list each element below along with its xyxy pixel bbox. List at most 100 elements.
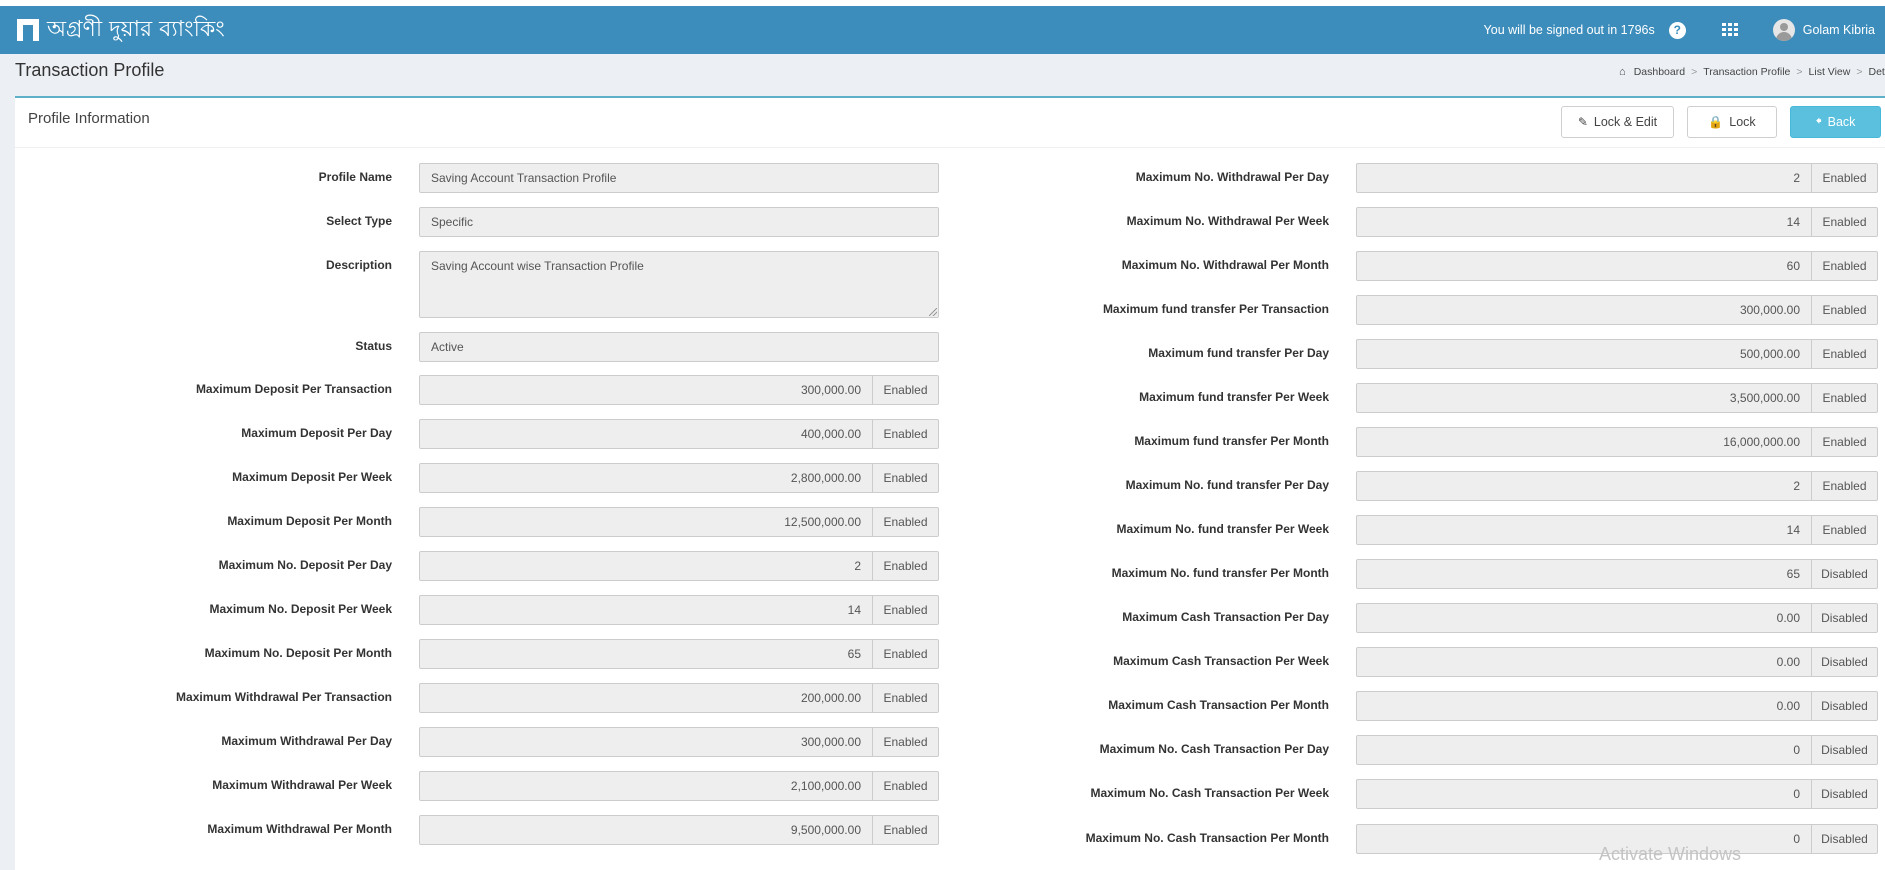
field-label: Maximum fund transfer Per Week: [1139, 390, 1329, 404]
field-input[interactable]: 14: [1356, 207, 1812, 237]
field-input[interactable]: 14: [1356, 515, 1812, 545]
field-label: Maximum Cash Transaction Per Day: [1122, 610, 1329, 624]
status-addon: Enabled: [1812, 427, 1878, 457]
field-input[interactable]: 3,500,000.00: [1356, 383, 1812, 413]
breadcrumb-transaction-profile[interactable]: Transaction Profile: [1703, 66, 1790, 78]
field-label: Maximum No. Withdrawal Per Month: [1121, 258, 1329, 272]
field-label: Maximum No. fund transfer Per Week: [1116, 522, 1330, 536]
field-input[interactable]: 500,000.00: [1356, 339, 1812, 369]
lock-label: Lock: [1729, 115, 1756, 129]
lock-button[interactable]: 🔒 Lock: [1687, 106, 1777, 138]
left-gutter: [0, 96, 15, 870]
field-value: 500,000.00: [1739, 347, 1800, 361]
page-title: Transaction Profile: [15, 60, 165, 80]
edit-icon: ✎: [1577, 115, 1588, 129]
form-row: Maximum fund transfer Per Transaction 300…: [15, 295, 1885, 325]
field-value: 0.00: [1776, 611, 1800, 625]
field-label: Maximum fund transfer Per Month: [1134, 434, 1329, 448]
field-input[interactable]: 60: [1356, 251, 1812, 281]
form-row: Maximum fund transfer Per Month 16,000,00…: [15, 427, 1885, 457]
field-input[interactable]: 0.00: [1356, 603, 1812, 633]
status-addon: Enabled: [1812, 163, 1878, 193]
field-value: 16,000,000.00: [1723, 435, 1800, 449]
field-input[interactable]: 0.00: [1356, 691, 1812, 721]
activate-windows-watermark: Activate Windows: [1599, 844, 1742, 864]
breadcrumb-separator: >: [1796, 66, 1803, 78]
field-input[interactable]: 0: [1356, 824, 1812, 854]
field-input[interactable]: 0.00: [1356, 647, 1812, 677]
status-addon: Disabled: [1812, 603, 1878, 633]
field-label: Maximum fund transfer Per Day: [1148, 346, 1329, 360]
form-row: Maximum Cash Transaction Per Day 0.00 Disa…: [15, 603, 1885, 633]
form-row: Maximum No. fund transfer Per Week 14 Enab…: [15, 515, 1885, 545]
form-row: Maximum No. Cash Transaction Per Week 0 Di…: [15, 779, 1885, 809]
form-row: Maximum No. fund transfer Per Month 65 Dis…: [15, 559, 1885, 589]
profile-information-box: Profile Information ✎ Lock & Edit 🔒 Lock…: [15, 96, 1885, 870]
field-label: Maximum No. Cash Transaction Per Day: [1099, 742, 1329, 756]
breadcrumb-separator: >: [1691, 66, 1698, 78]
status-addon: Disabled: [1812, 824, 1878, 854]
form-row: Maximum No. fund transfer Per Day 2 Enable…: [15, 471, 1885, 501]
field-input[interactable]: 2: [1356, 163, 1812, 193]
field-value: 0: [1793, 787, 1800, 801]
field-input[interactable]: 0: [1356, 735, 1812, 765]
form-row: Maximum fund transfer Per Day 500,000.00 E…: [15, 339, 1885, 369]
breadcrumb-list-view[interactable]: List View: [1809, 66, 1851, 78]
form-row: Maximum No. Withdrawal Per Month 60 Enable…: [15, 251, 1885, 281]
field-value: 2: [1793, 479, 1800, 493]
form-row: Maximum fund transfer Per Week 3,500,000.…: [15, 383, 1885, 413]
field-value: 60: [1786, 259, 1800, 273]
apps-grid-icon[interactable]: [1721, 23, 1738, 37]
field-input[interactable]: 2: [1356, 471, 1812, 501]
field-label: Maximum fund transfer Per Transaction: [1102, 302, 1329, 316]
status-addon: Disabled: [1812, 559, 1878, 589]
help-icon[interactable]: ?: [1668, 21, 1686, 39]
form-row: Maximum Cash Transaction Per Month 0.00 Di…: [15, 691, 1885, 721]
box-title: Profile Information: [28, 110, 150, 127]
lock-icon: 🔒: [1708, 115, 1724, 129]
field-input[interactable]: 0: [1356, 779, 1812, 809]
box-header: Profile Information ✎ Lock & Edit 🔒 Lock…: [15, 98, 1885, 148]
back-label: Back: [1827, 115, 1856, 129]
status-addon: Disabled: [1812, 779, 1878, 809]
logo-text: অগ্রণী দুয়ার ব্যাংকিং: [47, 16, 225, 42]
field-label: Maximum No. Cash Transaction Per Week: [1090, 786, 1329, 800]
form-row: Maximum No. Withdrawal Per Week 14 Enabled: [15, 207, 1885, 237]
status-addon: Enabled: [1812, 339, 1878, 369]
status-addon: Enabled: [1812, 295, 1878, 325]
breadcrumb-dashboard[interactable]: Dashboard: [1634, 66, 1685, 78]
status-addon: Disabled: [1812, 691, 1878, 721]
lock-edit-button[interactable]: ✎ Lock & Edit: [1561, 106, 1674, 138]
field-label: Maximum No. Withdrawal Per Week: [1126, 214, 1329, 228]
field-label: Maximum No. fund transfer Per Day: [1125, 478, 1329, 492]
status-addon: Enabled: [1812, 515, 1878, 545]
field-input[interactable]: 300,000.00: [1356, 295, 1812, 325]
form-row: Maximum Cash Transaction Per Week 0.00 Dis…: [15, 647, 1885, 677]
field-value: 3,500,000.00: [1729, 391, 1800, 405]
arrow-left-icon: 🠸: [1815, 113, 1822, 128]
breadcrumb-details: Detai: [1868, 66, 1885, 78]
field-input[interactable]: 16,000,000.00: [1356, 427, 1812, 457]
field-label: Maximum Cash Transaction Per Month: [1108, 698, 1329, 712]
field-value: 0.00: [1776, 655, 1800, 669]
status-addon: Enabled: [1812, 207, 1878, 237]
logo[interactable]: অগ্রণী দুয়ার ব্যাংকিং: [17, 12, 225, 49]
status-addon: Disabled: [1812, 735, 1878, 765]
signout-timer: You will be signed out in 1796s: [1483, 23, 1655, 37]
field-value: 0: [1793, 832, 1800, 846]
status-addon: Disabled: [1812, 647, 1878, 677]
field-input[interactable]: 65: [1356, 559, 1812, 589]
breadcrumb: ⌂ Dashboard > Transaction Profile > List…: [1619, 66, 1885, 78]
field-label: Maximum Cash Transaction Per Week: [1113, 654, 1329, 668]
logo-icon: [17, 19, 39, 41]
avatar[interactable]: [1772, 19, 1795, 41]
status-addon: Enabled: [1812, 383, 1878, 413]
lock-edit-label: Lock & Edit: [1593, 115, 1658, 129]
field-value: 2: [1793, 171, 1800, 185]
user-name[interactable]: Golam Kibria: [1803, 23, 1875, 37]
field-value: 14: [1786, 523, 1800, 537]
field-value: 0: [1793, 743, 1800, 757]
field-value: 300,000.00: [1739, 303, 1800, 317]
back-button[interactable]: 🠸 Back: [1790, 106, 1881, 138]
form-row: Maximum No. Cash Transaction Per Day 0 Dis…: [15, 735, 1885, 765]
